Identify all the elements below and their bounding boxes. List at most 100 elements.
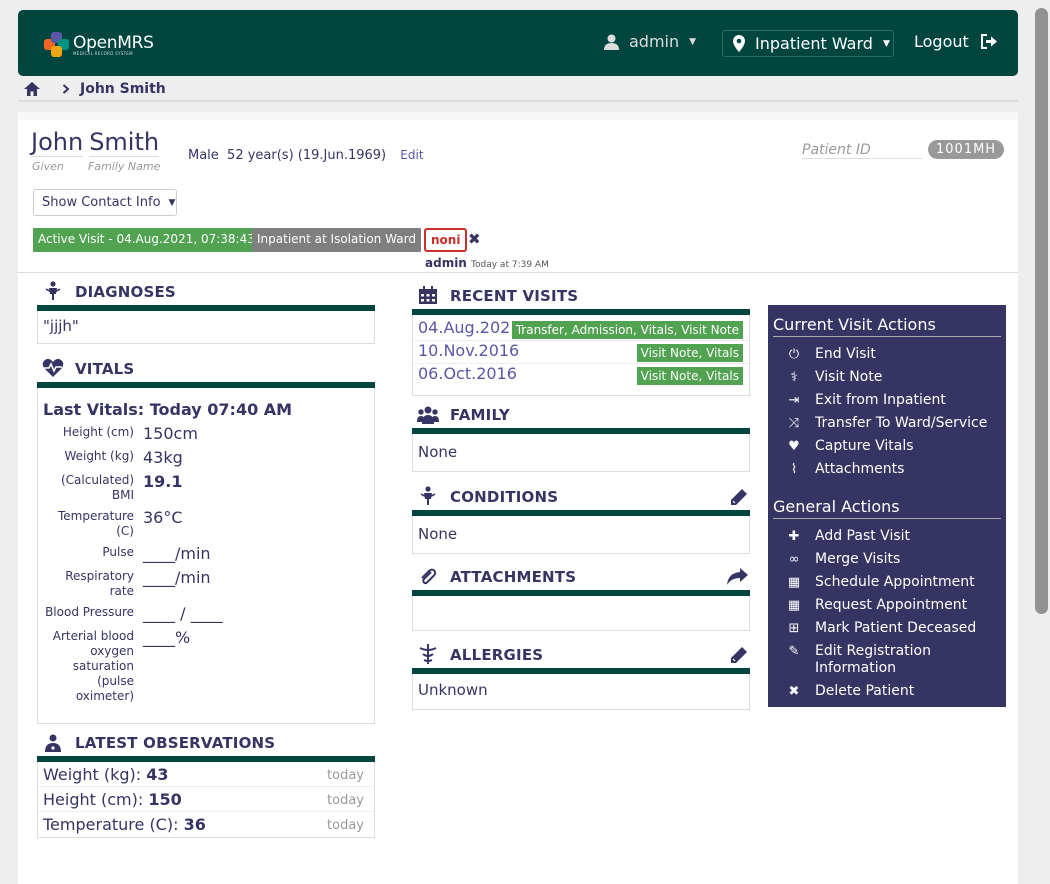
pencil-icon[interactable] (730, 488, 748, 506)
observation-label: Weight (kg): (43, 765, 142, 784)
diagnoses-title: DIAGNOSES (75, 283, 176, 301)
location-selector[interactable]: Inpatient Ward ▼ (722, 30, 894, 57)
latest-observations-header: LATEST OBSERVATIONS (37, 724, 375, 762)
logout-link[interactable]: Logout (914, 32, 998, 51)
vital-value: ____ / ____ (143, 604, 223, 623)
flag-time: Today at 7:39 AM (471, 260, 549, 270)
heartbeat-icon: ♥ (788, 439, 800, 454)
observation-label: Temperature (C): (43, 815, 179, 834)
capture-vitals-action[interactable]: ♥ Capture Vitals (773, 435, 1001, 458)
left-column: DIAGNOSES "jjjh" VITALS Last Vitals: Tod… (37, 273, 375, 838)
active-visit-badge[interactable]: Active Visit - 04.Aug.2021, 07:38:43 (33, 228, 260, 252)
action-label: Edit Registration Information (815, 643, 931, 676)
vital-value: ____% (143, 628, 191, 647)
action-label: Visit Note (815, 369, 883, 385)
edit-demographics-link[interactable]: Edit (400, 148, 423, 162)
pencil-icon[interactable] (730, 646, 748, 664)
allergies-value: Unknown (418, 681, 488, 699)
delete-patient-action[interactable]: ✖ Delete Patient (773, 680, 1001, 703)
vital-value: 150cm (143, 424, 198, 443)
add-past-visit-action[interactable]: ✚ Add Past Visit (773, 525, 1001, 548)
allergies-list: Unknown (412, 674, 750, 710)
visit-date-link[interactable]: 10.Nov.2016 (418, 341, 519, 360)
middle-column: RECENT VISITS 04.Aug.2021 Transfer, Admis… (412, 273, 750, 710)
power-icon: ⏻ (788, 347, 800, 362)
user-name: admin (629, 32, 680, 51)
merge-visits-action[interactable]: ∞ Merge Visits (773, 548, 1001, 571)
patient-id-label: Patient ID (802, 142, 922, 159)
observation-value: 150 (148, 790, 182, 809)
vital-value: 43kg (143, 448, 183, 467)
show-contact-info-button[interactable]: Show Contact Info ▼ (33, 189, 177, 216)
vital-value: ____/min (143, 568, 211, 587)
observation-row: Weight (kg): 43 today (38, 762, 374, 787)
action-label: Transfer To Ward/Service (815, 415, 988, 431)
visit-row[interactable]: 04.Aug.2021 Transfer, Admission, Vitals, … (413, 318, 749, 341)
visit-row[interactable]: 10.Nov.2016 Visit Note, Vitals (413, 341, 749, 364)
openmrs-logo-icon (44, 32, 70, 58)
scrollbar-thumb[interactable] (1035, 8, 1048, 614)
action-label: End Visit (815, 346, 876, 362)
user-menu[interactable]: admin ▼ (604, 32, 696, 51)
chevron-right-icon (62, 84, 70, 94)
visit-note-action[interactable]: ⚕ Visit Note (773, 366, 1001, 389)
diagnoses-list: "jjjh" (37, 311, 375, 344)
current-visit-actions-title: Current Visit Actions (773, 315, 1001, 337)
attachments-header: ATTACHMENTS (412, 558, 750, 596)
request-appointment-action[interactable]: ▦ Request Appointment (773, 594, 1001, 617)
flag-author: admin Today at 7:39 AM (425, 256, 549, 270)
heartbeat-icon (42, 358, 64, 377)
observation-row: Height (cm): 150 today (38, 787, 374, 812)
sign-out-icon (980, 34, 997, 49)
map-marker-icon (733, 35, 745, 52)
top-header: OpenMRS MEDICAL RECORD SYSTEM admin ▼ In… (18, 10, 1018, 76)
patient-id-badge: 1001MH (928, 140, 1005, 159)
conditions-list: None (412, 516, 750, 554)
demographics-text: Male 52 year(s) (19.Jun.1969) (188, 148, 387, 163)
family-value: None (418, 443, 458, 461)
action-label: Attachments (815, 461, 905, 477)
diagnosis-item: "jjjh" (43, 317, 79, 335)
observations-list: Weight (kg): 43 today Height (cm): 150 tod… (37, 762, 375, 838)
visit-date-link[interactable]: 04.Aug.2021 (418, 318, 521, 337)
conditions-title: CONDITIONS (450, 488, 559, 506)
recent-visits-list: 04.Aug.2021 Transfer, Admission, Vitals, … (412, 315, 750, 396)
attachments-title: ATTACHMENTS (450, 568, 577, 586)
patient-name: John Smith (31, 128, 160, 157)
breadcrumb: John Smith (24, 79, 166, 99)
location-name: Inpatient Ward (755, 34, 873, 53)
action-label: Schedule Appointment (815, 574, 975, 590)
observation-value: 43 (146, 765, 169, 784)
family-header: FAMILY (412, 396, 750, 434)
action-label: Mark Patient Deceased (815, 620, 977, 636)
edit-registration-action[interactable]: ✎ Edit Registration Information (773, 640, 1001, 680)
observation-date: today (327, 793, 364, 808)
share-icon[interactable] (726, 568, 748, 586)
end-visit-action[interactable]: ⏻ End Visit (773, 343, 1001, 366)
mark-deceased-action[interactable]: ⊞ Mark Patient Deceased (773, 617, 1001, 640)
link-icon: ∞ (788, 552, 800, 567)
conditions-value: None (418, 525, 458, 543)
home-icon[interactable] (24, 82, 40, 96)
vital-label: Blood Pressure (45, 605, 134, 619)
patient-flag-badge[interactable]: noni (424, 228, 468, 252)
patient-header: John Smith Given Family Name Male 52 year… (18, 112, 1018, 272)
vital-label: (Calculated) BMI (60, 473, 134, 502)
plus-square-icon: ⊞ (788, 621, 800, 636)
visit-encounter-types: Visit Note, Vitals (636, 367, 743, 385)
breadcrumb-patient[interactable]: John Smith (80, 81, 166, 97)
visit-encounter-types: Transfer, Admission, Vitals, Visit Note (511, 321, 743, 339)
remove-flag-icon[interactable]: ✖ (468, 230, 481, 248)
flag-author-name: admin (425, 256, 467, 270)
plus-icon: ✚ (788, 529, 800, 544)
family-name-label: Family Name (88, 160, 161, 173)
calendar-icon: ▦ (787, 575, 801, 590)
openmrs-logo[interactable]: OpenMRS MEDICAL RECORD SYSTEM (44, 32, 154, 58)
patient-demographics: Male 52 year(s) (19.Jun.1969) Edit (188, 148, 424, 163)
transfer-ward-action[interactable]: ⤨ Transfer To Ward/Service (773, 412, 1001, 435)
schedule-appointment-action[interactable]: ▦ Schedule Appointment (773, 571, 1001, 594)
visit-row[interactable]: 06.Oct.2016 Visit Note, Vitals (413, 364, 749, 387)
attachments-action[interactable]: ⌇ Attachments (773, 458, 1001, 481)
exit-from-inpatient-action[interactable]: ⇥ Exit from Inpatient (773, 389, 1001, 412)
visit-date-link[interactable]: 06.Oct.2016 (418, 364, 517, 383)
